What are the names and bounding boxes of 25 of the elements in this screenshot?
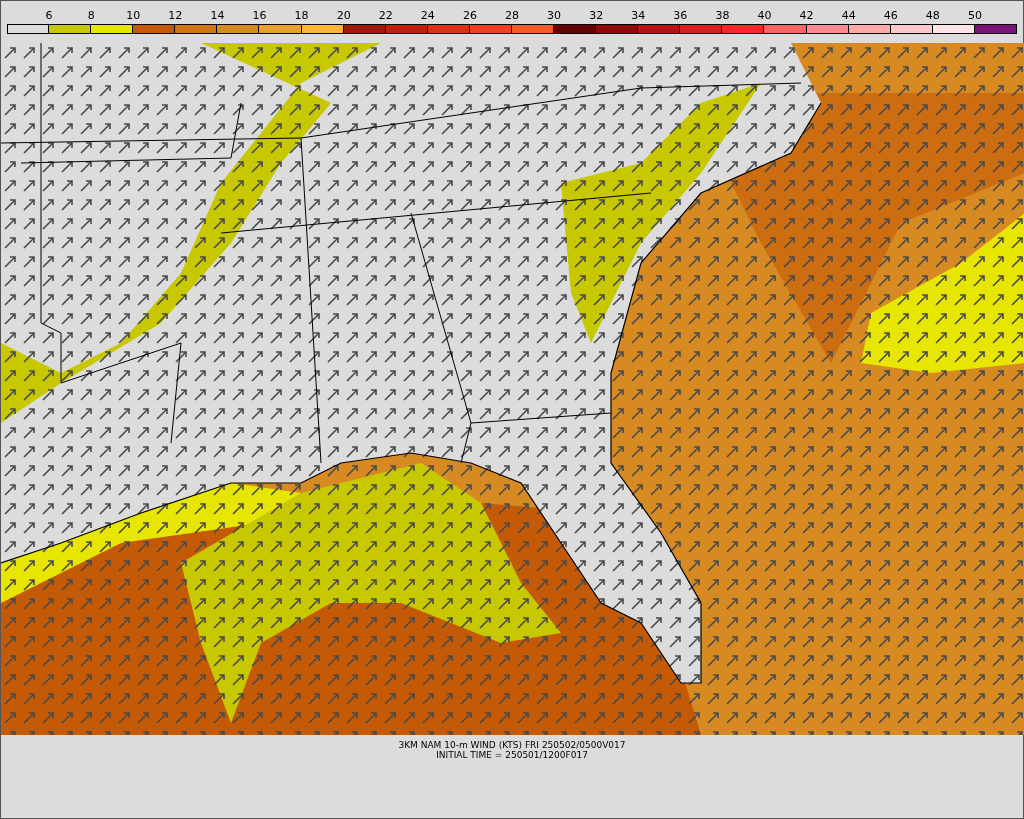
scale-label: 44: [841, 8, 856, 24]
scale-label: 46: [883, 8, 898, 24]
scale-label: 28: [505, 8, 519, 24]
scale-label: 14: [210, 8, 225, 24]
scale-label: 40: [757, 8, 772, 24]
scale-label: 12: [168, 8, 183, 24]
scale-label: 10: [126, 8, 141, 24]
scale-label: 34: [631, 8, 646, 24]
scale-label: 36: [673, 8, 688, 24]
scale-label: 22: [378, 8, 393, 24]
scale-label: 24: [420, 8, 435, 24]
map-caption: INITIAL TIME = 250501/1200F017: [436, 750, 588, 760]
scale-label: 8: [87, 8, 95, 24]
scale-label: 50: [967, 8, 982, 24]
scale-label: 18: [294, 8, 309, 24]
scale-label: 6: [45, 8, 53, 24]
scale-label: 26: [462, 8, 477, 24]
scale-label: 32: [589, 8, 604, 24]
map-caption: 3KM NAM 10-m WIND (KTS) FRI 250502/0500V017: [398, 740, 626, 750]
scale-label: 48: [925, 8, 940, 24]
scale-label: 20: [336, 8, 351, 24]
scale-label: 38: [715, 8, 730, 24]
scale-label: 30: [547, 8, 562, 24]
scale-label: 42: [799, 8, 814, 24]
scale-label: 16: [252, 8, 267, 24]
